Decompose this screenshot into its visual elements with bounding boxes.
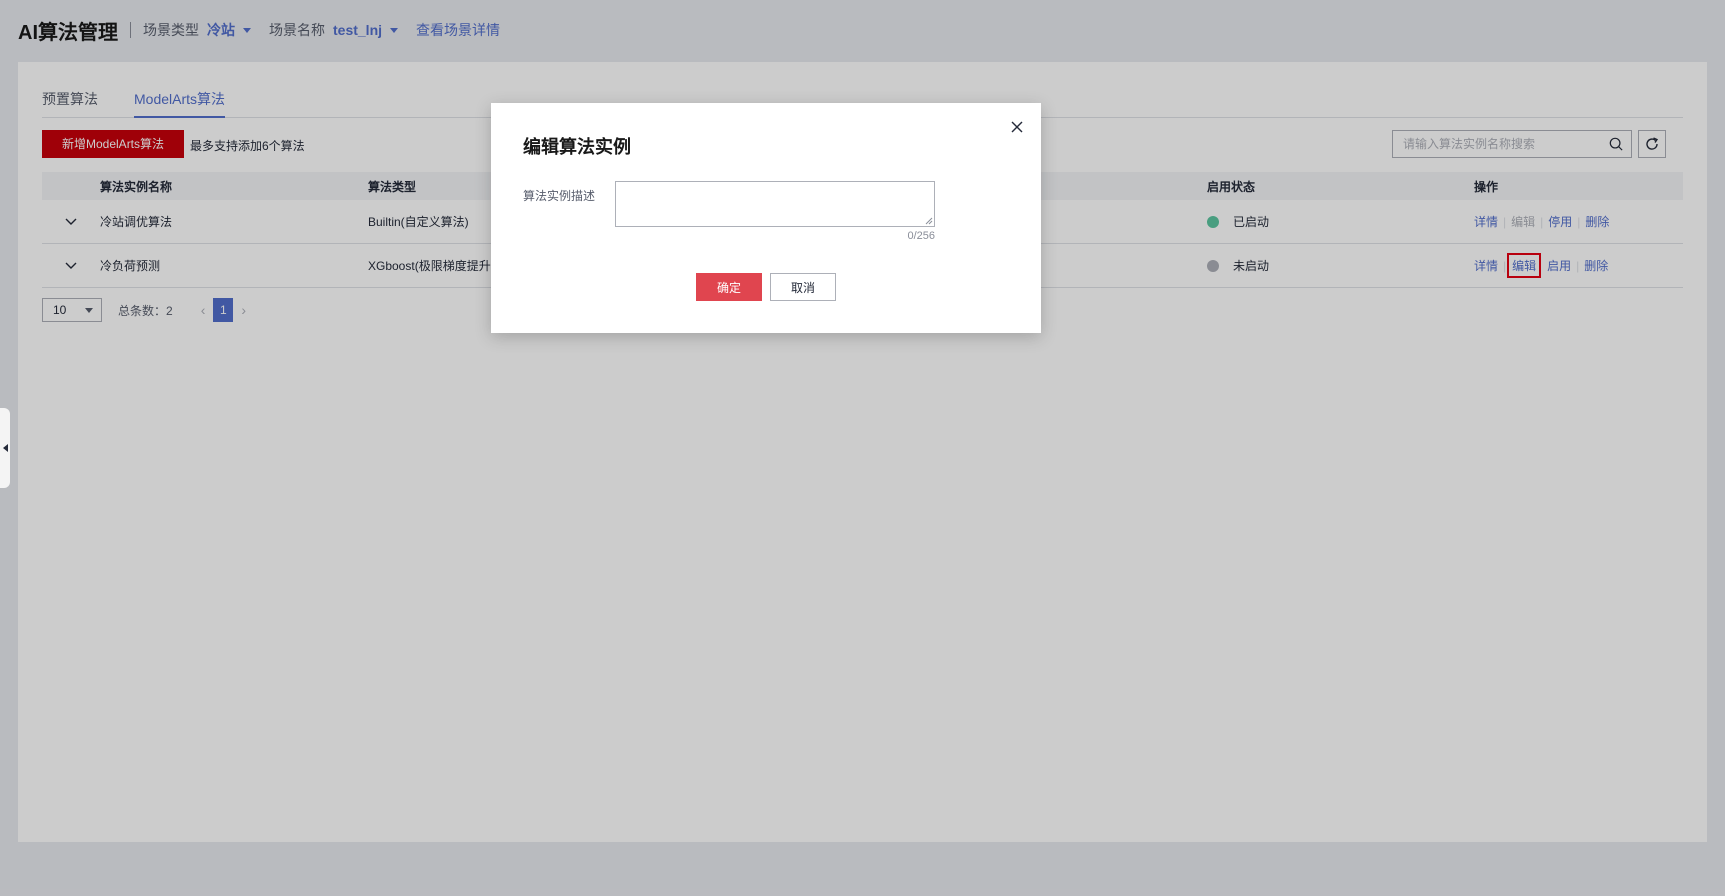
dialog-title: 编辑算法实例 bbox=[523, 137, 631, 157]
cancel-button[interactable]: 取消 bbox=[770, 273, 836, 301]
char-counter: 0/256 bbox=[907, 230, 935, 242]
description-textarea[interactable] bbox=[615, 181, 935, 227]
description-label: 算法实例描述 bbox=[523, 189, 596, 203]
chevron-left-icon bbox=[2, 444, 8, 452]
edit-algorithm-dialog: 编辑算法实例 算法实例描述 0/256 确定 取消 bbox=[491, 103, 1041, 333]
confirm-button[interactable]: 确定 bbox=[696, 273, 762, 301]
close-icon[interactable] bbox=[1009, 119, 1025, 135]
sidebar-collapse-handle[interactable] bbox=[0, 408, 10, 488]
resize-grip-icon[interactable] bbox=[925, 217, 933, 225]
